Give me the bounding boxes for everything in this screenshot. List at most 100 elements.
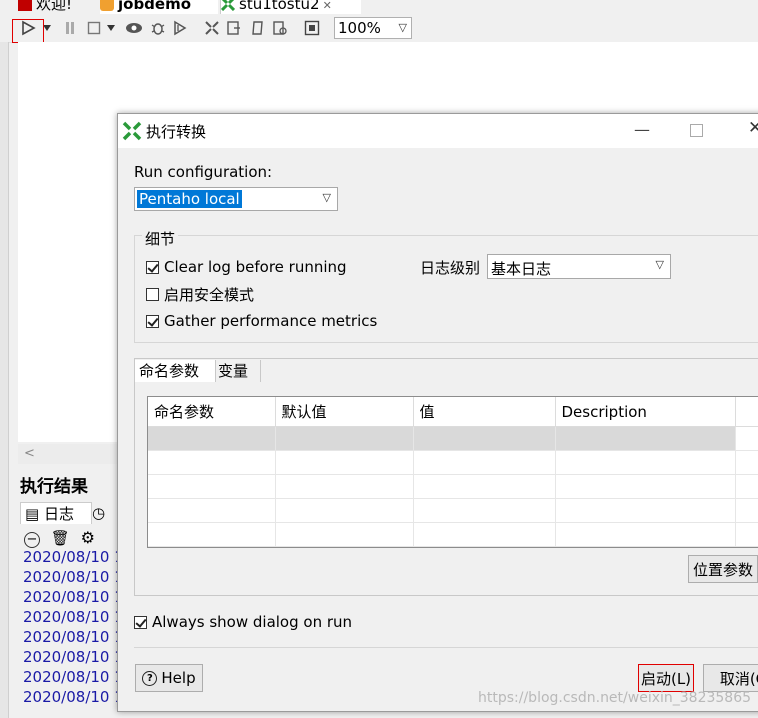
table-row[interactable]: [148, 426, 758, 451]
gather-metrics-checkbox[interactable]: Gather performance metrics: [146, 311, 377, 331]
table-cell[interactable]: [413, 450, 556, 475]
scroll-left-icon[interactable]: <: [24, 446, 35, 461]
close-icon[interactable]: ✕: [323, 0, 332, 12]
table-cell-spacer: [735, 498, 758, 523]
stop-icon[interactable]: [84, 18, 104, 38]
tab-jobdemo[interactable]: jobdemo: [100, 0, 218, 14]
debug-icon[interactable]: [148, 18, 168, 38]
position-parameters-button[interactable]: 位置参数: [688, 555, 758, 583]
start-button[interactable]: 启动(L): [638, 664, 694, 692]
table-cell[interactable]: [148, 522, 276, 547]
table-cell[interactable]: [148, 450, 276, 475]
replay-icon[interactable]: [170, 18, 190, 38]
minimize-icon[interactable]: —: [634, 120, 650, 139]
table-cell[interactable]: [555, 426, 736, 451]
run-configuration-value: Pentaho local: [137, 190, 242, 208]
help-button[interactable]: ? Help: [135, 664, 203, 692]
run-configuration-label: Run configuration:: [134, 163, 273, 181]
tab-jobdemo-label: jobdemo: [118, 0, 192, 13]
watermark: https://blog.csdn.net/weixin_38235865: [478, 690, 752, 706]
canvas-hscrollbar[interactable]: <: [18, 444, 118, 464]
safe-mode-label: 启用安全模式: [164, 285, 255, 304]
footer-separator: [134, 647, 758, 648]
parameters-table[interactable]: 命名参数 默认值 值 Description: [147, 396, 758, 548]
table-row[interactable]: [148, 498, 758, 523]
tab-welcome[interactable]: 欢迎!: [18, 0, 104, 14]
tab-welcome-label: 欢迎!: [36, 0, 73, 13]
column-header[interactable]: Description: [555, 397, 736, 427]
show-results-icon[interactable]: [302, 18, 322, 38]
log-line: 2020/08/10 1: [23, 588, 124, 606]
welcome-icon: [18, 0, 32, 11]
log-level-select[interactable]: 基本日志 ▽: [487, 254, 671, 279]
table-cell[interactable]: [275, 498, 414, 523]
stop-log-icon[interactable]: −: [24, 532, 40, 548]
table-cell[interactable]: [413, 474, 556, 499]
table-cell[interactable]: [413, 426, 556, 451]
dialog-titlebar[interactable]: 执行转换 — ✕: [118, 114, 758, 148]
gather-metrics-label: Gather performance metrics: [164, 312, 378, 330]
column-header[interactable]: 默认值: [275, 397, 414, 427]
checkbox-unchecked-icon[interactable]: [146, 287, 159, 301]
log-level-value: 基本日志: [491, 260, 552, 278]
table-cell[interactable]: [413, 522, 556, 547]
chevron-down-icon: ▽: [322, 191, 331, 204]
table-cell[interactable]: [413, 498, 556, 523]
help-button-label: Help: [161, 669, 196, 687]
maximize-icon[interactable]: [690, 124, 703, 137]
zoom-value: 100%: [338, 19, 381, 37]
verify-icon[interactable]: [202, 18, 222, 38]
column-header[interactable]: 命名参数: [148, 397, 276, 427]
sql-icon[interactable]: [248, 18, 268, 38]
table-cell-spacer: [735, 474, 758, 499]
run-transformation-dialog: 执行转换 — ✕ Run configuration: Pentaho loca…: [117, 113, 758, 712]
tab-log[interactable]: ▤ 日志: [20, 502, 92, 524]
clock-icon: ◷: [92, 504, 106, 522]
zoom-select[interactable]: 100% ▽: [334, 17, 412, 39]
cancel-button[interactable]: 取消(C: [703, 664, 758, 692]
settings-icon[interactable]: ⚙: [81, 528, 95, 547]
impact-icon[interactable]: [224, 18, 244, 38]
table-cell[interactable]: [275, 426, 414, 451]
table-cell[interactable]: [148, 426, 276, 451]
always-show-dialog-label: Always show dialog on run: [152, 613, 353, 631]
column-header[interactable]: 值: [413, 397, 556, 427]
table-row[interactable]: [148, 522, 758, 547]
table-cell[interactable]: [555, 498, 736, 523]
safe-mode-checkbox[interactable]: 启用安全模式: [146, 284, 254, 304]
table-cell[interactable]: [275, 450, 414, 475]
preview-icon[interactable]: [124, 18, 144, 38]
table-cell[interactable]: [555, 450, 736, 475]
tab-named-parameters[interactable]: 命名参数: [135, 360, 216, 382]
explore-db-icon[interactable]: [270, 18, 290, 38]
table-row[interactable]: [148, 474, 758, 499]
tab-variables[interactable]: 变量: [214, 360, 261, 382]
table-row[interactable]: [148, 450, 758, 475]
tab-stu1tostu2[interactable]: stu1tostu2 ✕: [220, 0, 361, 14]
log-line: 2020/08/10 1: [23, 548, 124, 566]
table-cell[interactable]: [275, 474, 414, 499]
clear-log-label: Clear log before running: [164, 258, 347, 276]
dialog-title: 执行转换: [146, 123, 207, 141]
checkbox-checked-icon[interactable]: [134, 615, 147, 629]
table-cell[interactable]: [148, 498, 276, 523]
table-cell[interactable]: [555, 474, 736, 499]
pause-icon[interactable]: [60, 18, 80, 38]
run-configuration-select[interactable]: Pentaho local ▽: [134, 187, 338, 211]
clear-log-icon[interactable]: 🗑: [51, 529, 70, 547]
chevron-down-icon: ▽: [655, 258, 664, 271]
table-cell-spacer: [735, 522, 758, 547]
table-cell[interactable]: [275, 522, 414, 547]
checkbox-checked-icon[interactable]: [146, 314, 159, 328]
table-cell[interactable]: [148, 474, 276, 499]
chevron-down-icon: ▽: [398, 21, 407, 34]
close-icon[interactable]: ✕: [748, 118, 758, 138]
checkbox-checked-icon[interactable]: [146, 260, 159, 274]
log-line: 2020/08/10 1: [23, 608, 124, 626]
tab-log-label: 日志: [43, 505, 74, 523]
always-show-dialog-checkbox[interactable]: Always show dialog on run: [134, 612, 352, 632]
log-line: 2020/08/10 1: [23, 648, 124, 666]
table-cell[interactable]: [555, 522, 736, 547]
clear-log-checkbox[interactable]: Clear log before running: [146, 257, 347, 277]
stop-dropdown-icon[interactable]: [104, 18, 118, 38]
